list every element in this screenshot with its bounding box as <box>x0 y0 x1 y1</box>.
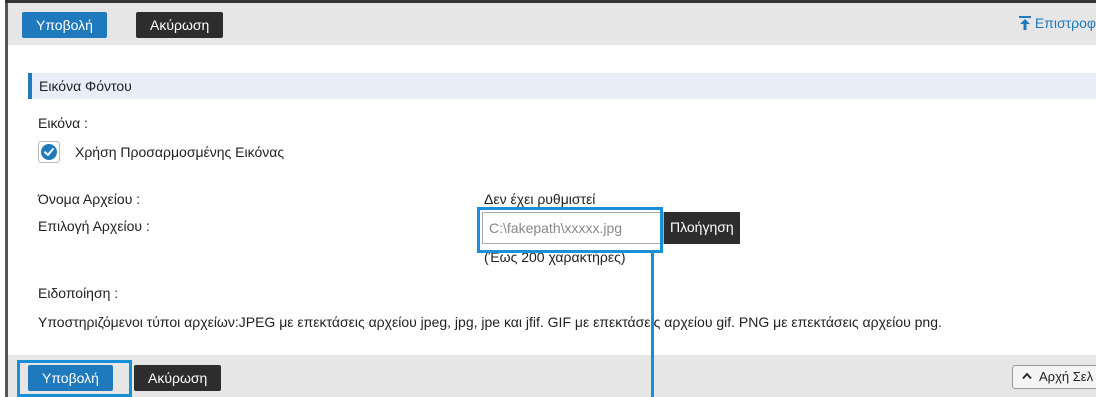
section-title: Εικόνα Φόντου <box>39 78 132 94</box>
bottom-action-bar: Υποβολή Ακύρωση <box>8 355 1096 397</box>
submit-button-highlight <box>17 360 132 397</box>
callout-line <box>651 253 654 397</box>
submit-button-top[interactable]: Υποβολή <box>22 12 107 38</box>
return-link[interactable]: Επιστροφ <box>1018 15 1096 31</box>
file-input-highlight <box>477 207 663 253</box>
file-name-value: Δεν έχει ρυθμιστεί <box>484 191 596 207</box>
check-icon <box>41 144 57 160</box>
page-top-label: Αρχή Σελ <box>1039 369 1094 384</box>
cancel-button-top[interactable]: Ακύρωση <box>136 12 224 38</box>
file-name-label: Όνομα Αρχείου : <box>38 191 141 207</box>
chevron-up-icon <box>1022 372 1032 380</box>
notice-label: Ειδοποίηση : <box>38 285 119 301</box>
use-custom-image-checkbox[interactable] <box>38 141 60 163</box>
use-custom-image-label[interactable]: Χρήση Προσαρμοσμένης Εικόνας <box>75 144 284 160</box>
image-label: Εικόνα : <box>38 115 88 131</box>
file-select-label: Επιλογή Αρχείου : <box>38 218 150 234</box>
browse-button[interactable]: Πλοήγηση <box>664 212 740 244</box>
window-frame-left <box>5 0 8 397</box>
section-accent-bar <box>28 73 32 99</box>
notice-text: Υποστηριζόμενοι τύποι αρχείων:JPEG με επ… <box>38 314 942 330</box>
cancel-button-bottom[interactable]: Ακύρωση <box>134 365 222 391</box>
page-top-button[interactable]: Αρχή Σελ <box>1012 365 1096 389</box>
return-link-label: Επιστροφ <box>1034 15 1096 31</box>
section-header: Εικόνα Φόντου <box>28 73 1096 99</box>
top-action-bar: Υποβολή Ακύρωση Επιστροφ <box>8 3 1096 45</box>
return-arrow-icon <box>1018 16 1031 30</box>
